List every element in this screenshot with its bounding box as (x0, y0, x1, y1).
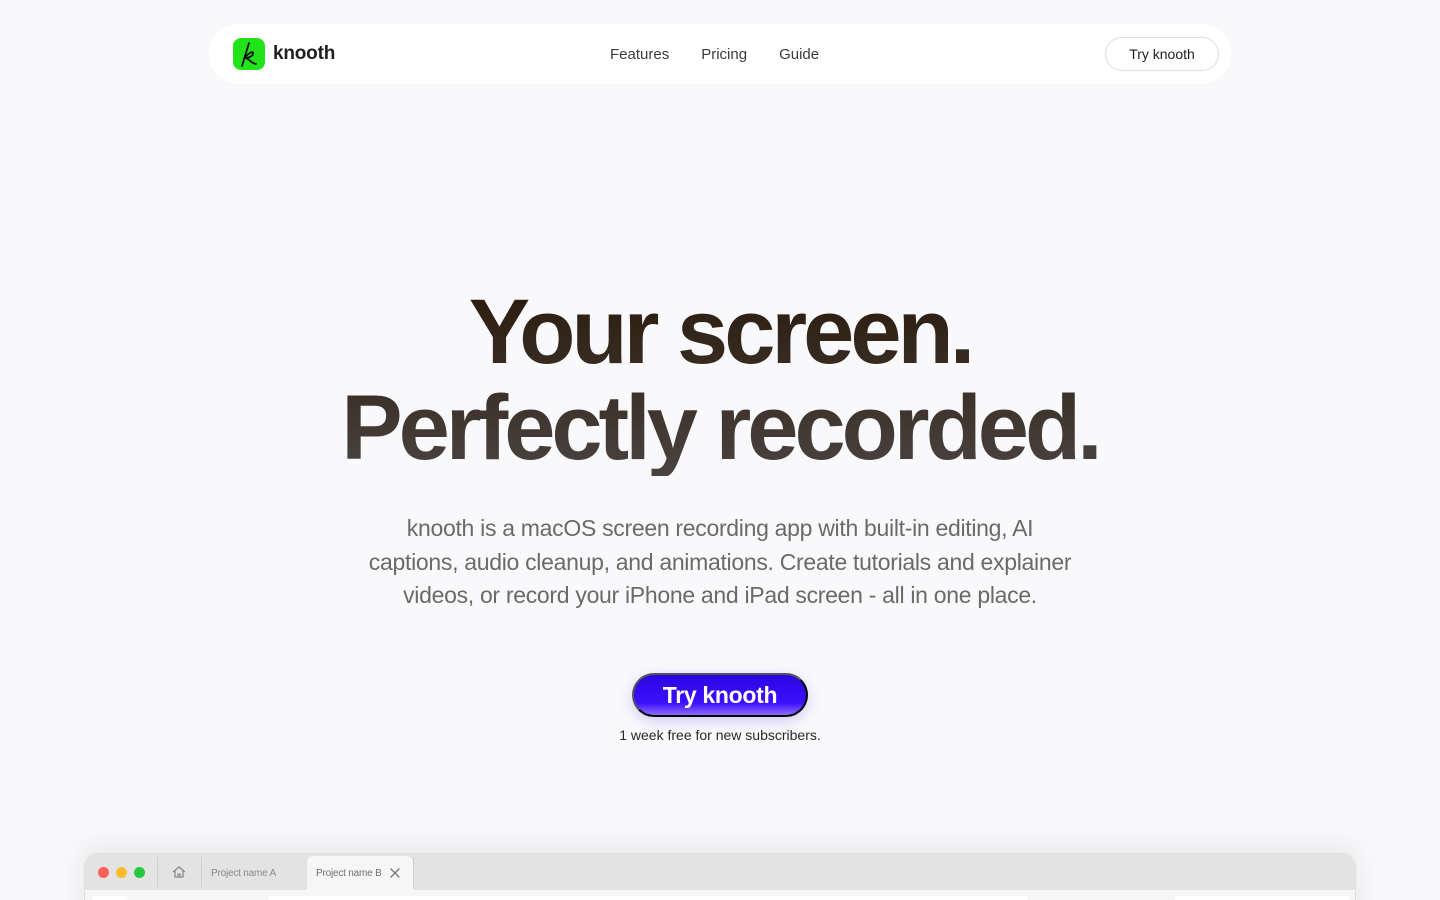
hero-try-button[interactable]: Try knooth (632, 673, 808, 717)
nav-try-button[interactable]: Try knooth (1105, 37, 1219, 71)
tab-label: Project name A (211, 867, 277, 879)
window-toolbar (85, 890, 1355, 900)
minimize-window-icon[interactable] (116, 867, 127, 878)
toolbar-control[interactable] (92, 896, 128, 900)
close-window-icon[interactable] (98, 867, 109, 878)
tab-project-a[interactable]: Project name A (203, 856, 309, 890)
tab-label: Project name B (316, 867, 382, 879)
nav-link-pricing[interactable]: Pricing (701, 46, 747, 63)
top-nav: knooth Features Pricing Guide Try knooth (209, 24, 1231, 84)
hero-title-line2: Perfectly recorded. (341, 377, 1099, 479)
hero-subtitle: knooth is a macOS screen recording app w… (368, 515, 1072, 608)
zoom-window-icon[interactable] (134, 867, 145, 878)
titlebar-divider (413, 857, 414, 887)
hero-title-line1: Your screen. (468, 281, 972, 383)
tab-project-b[interactable]: Project name B (307, 856, 413, 890)
knooth-logo-icon (233, 38, 265, 70)
toolbar-control[interactable] (268, 896, 1028, 900)
app-window-preview: Project name A Project name B (84, 853, 1356, 900)
home-icon[interactable] (171, 865, 187, 879)
nav-links: Features Pricing Guide (610, 24, 851, 84)
hero-title: Your screen. Perfectly recorded. (0, 284, 1440, 476)
brand-name: knooth (273, 43, 336, 64)
brand-logo[interactable]: knooth (233, 38, 335, 70)
close-tab-icon[interactable] (389, 867, 401, 879)
nav-link-features[interactable]: Features (610, 46, 669, 63)
titlebar-divider (157, 857, 158, 887)
window-titlebar: Project name A Project name B (85, 854, 1355, 890)
titlebar-divider (201, 857, 202, 887)
nav-link-guide[interactable]: Guide (779, 46, 819, 63)
toolbar-control[interactable] (1175, 896, 1349, 900)
trial-note: 1 week free for new subscribers. (619, 727, 821, 743)
